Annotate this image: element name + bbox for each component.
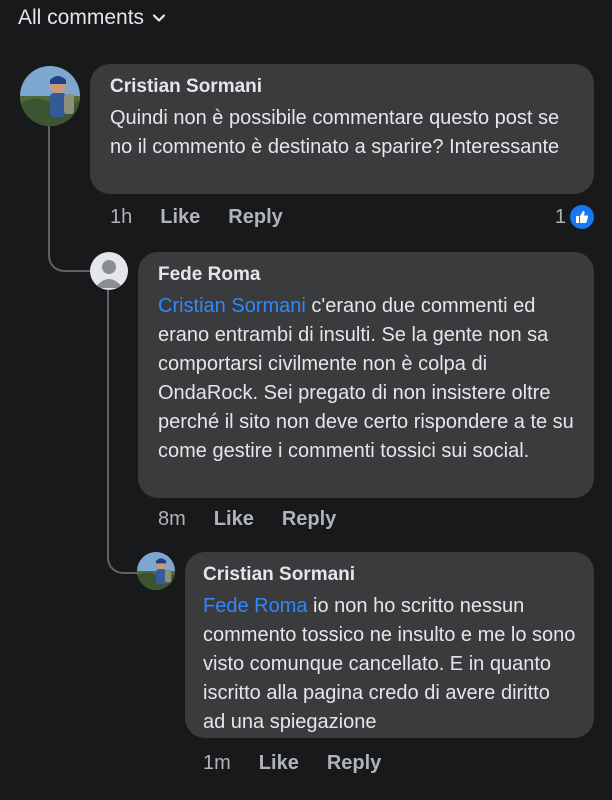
comment-actions: 8m Like Reply: [158, 508, 364, 531]
reply-button[interactable]: Reply: [327, 752, 381, 775]
mention-link[interactable]: Fede Roma: [203, 595, 308, 617]
comment-text: Quindi non è possibile commentare questo…: [110, 107, 560, 158]
comment-time[interactable]: 1m: [203, 752, 231, 775]
default-profile-icon: [95, 260, 123, 288]
all-comments-filter[interactable]: All comments: [18, 6, 166, 30]
comment-body: c'erano due commenti ed erano entrambi d…: [158, 295, 574, 462]
chevron-down-icon: [152, 14, 166, 22]
comment-author[interactable]: Cristian Sormani: [203, 564, 576, 586]
comment-bubble: Fede Roma Cristian Sormani c'erano due c…: [138, 252, 594, 498]
thread-line-1: [48, 118, 94, 272]
reply-button[interactable]: Reply: [228, 206, 282, 229]
avatar[interactable]: [20, 66, 80, 126]
like-button[interactable]: Like: [214, 508, 254, 531]
reaction-count-number: 1: [554, 205, 566, 228]
comment-bubble: Cristian Sormani Quindi non è possibile …: [90, 64, 594, 194]
avatar[interactable]: [90, 252, 128, 290]
reply-button[interactable]: Reply: [282, 508, 336, 531]
reaction-count[interactable]: 1: [555, 205, 594, 229]
thumbs-up-icon: [570, 205, 594, 229]
comment-author[interactable]: Cristian Sormani: [110, 76, 574, 98]
comment-actions: 1h Like Reply: [110, 206, 311, 229]
avatar[interactable]: [137, 552, 175, 590]
comment-text: Fede Roma io non ho scritto nessun comme…: [203, 592, 576, 737]
filter-label: All comments: [18, 6, 145, 29]
comment-actions: 1m Like Reply: [203, 752, 409, 775]
like-button[interactable]: Like: [160, 206, 200, 229]
comment-author[interactable]: Fede Roma: [158, 264, 574, 286]
like-button[interactable]: Like: [259, 752, 299, 775]
user-photo-icon: [137, 552, 175, 590]
comment-time[interactable]: 8m: [158, 508, 186, 531]
user-photo-icon: [20, 66, 80, 126]
mention-link[interactable]: Cristian Sormani: [158, 295, 306, 317]
comment-time[interactable]: 1h: [110, 206, 132, 229]
comment-bubble: Cristian Sormani Fede Roma io non ho scr…: [185, 552, 594, 738]
comment-text: Cristian Sormani c'erano due commenti ed…: [158, 292, 574, 466]
